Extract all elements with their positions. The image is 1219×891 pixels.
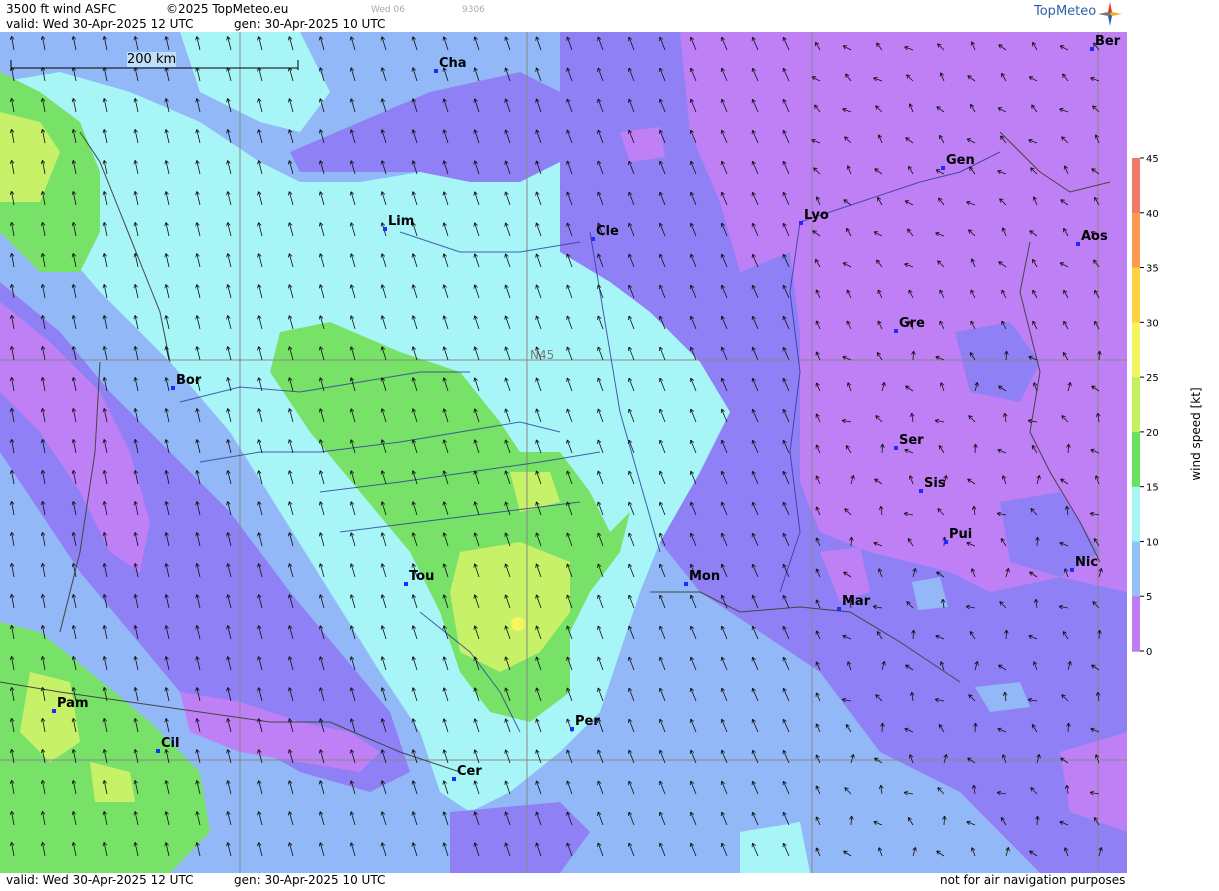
city-label[interactable]: Cha: [434, 56, 467, 73]
navigation-disclaimer: not for air navigation purposes: [940, 873, 1126, 887]
city-label[interactable]: Per: [570, 714, 600, 731]
legend-label-box: wind speed [kt]: [1189, 364, 1205, 504]
legend-swatch: [1132, 486, 1140, 543]
scale-bar-label: 200 km: [127, 52, 177, 67]
map-footer: valid: Wed 30-Apr-2025 12 UTC gen: 30-Ap…: [0, 873, 1127, 887]
valid-time-text: valid: Wed 30-Apr-2025 12 UTC: [6, 17, 194, 31]
legend-swatch: [1132, 377, 1140, 433]
city-label[interactable]: Cle: [591, 224, 619, 241]
legend-swatch: [1132, 541, 1140, 597]
city-label[interactable]: Nic: [1070, 555, 1098, 572]
legend-tick-label: 20: [1146, 428, 1159, 439]
footer-generated-time: gen: 30-Apr-2025 10 UTC: [234, 873, 386, 887]
legend-axis-label: wind speed [kt]: [1189, 387, 1203, 481]
legend-colorbar: 45 40 35 30 25 20 15 10 5 0: [1132, 154, 1159, 658]
legend-tick-label: 35: [1146, 264, 1159, 275]
legend-tick-label: 25: [1146, 373, 1159, 384]
wind-speed-legend: 45 40 35 30 25 20 15 10 5 0 wind speed [kt]: [1127, 0, 1219, 887]
city-label[interactable]: Pui: [944, 527, 972, 544]
city-label[interactable]: Gen: [941, 153, 975, 170]
city-label[interactable]: Aos: [1076, 229, 1108, 246]
legend-swatch: [1132, 596, 1140, 652]
legend-tick-label: 10: [1146, 537, 1159, 548]
graticule-label: N45: [530, 348, 555, 362]
city-label[interactable]: Lim: [383, 214, 414, 231]
legend-swatch: [1132, 322, 1140, 378]
legend-tick-label: 0: [1146, 647, 1152, 658]
city-label[interactable]: Ber: [1090, 34, 1120, 51]
topmeteo-logo-icon: [1098, 2, 1122, 26]
city-label[interactable]: Tou: [404, 569, 434, 586]
zone-yellow-core: [511, 617, 525, 631]
city-label[interactable]: Ser: [894, 433, 924, 450]
faint-tab-label: Wed 06: [371, 5, 405, 15]
legend-tick-label: 45: [1146, 154, 1159, 165]
generated-time-text: gen: 30-Apr-2025 10 UTC: [234, 17, 386, 31]
faint-code-label: 9306: [462, 5, 485, 15]
city-label[interactable]: Pam: [52, 696, 89, 713]
legend-tick-label: 5: [1146, 592, 1152, 603]
map-title: 3500 ft wind ASFC: [6, 2, 117, 16]
footer-valid-time: valid: Wed 30-Apr-2025 12 UTC: [6, 873, 194, 887]
legend-tick-label: 30: [1146, 318, 1159, 329]
city-label[interactable]: Gre: [894, 316, 925, 333]
city-label[interactable]: Sis: [919, 476, 946, 493]
city-label[interactable]: Lyo: [799, 208, 829, 225]
city-label[interactable]: Cil: [156, 736, 179, 753]
legend-tick-label: 40: [1146, 209, 1159, 220]
city-label[interactable]: Cer: [452, 764, 482, 781]
legend-swatch: [1132, 158, 1140, 214]
copyright-text: ©2025 TopMeteo.eu: [166, 2, 289, 16]
city-label[interactable]: Mar: [837, 594, 870, 611]
legend-swatch: [1132, 267, 1140, 323]
city-label[interactable]: Bor: [171, 373, 201, 390]
city-label[interactable]: Mon: [684, 569, 720, 586]
legend-swatch: [1132, 432, 1140, 488]
topmeteo-logo: TopMeteo: [1034, 4, 1097, 19]
wind-map[interactable]: 200 km N45 Cha Lim Cle Lyo Gen Ber Aos G…: [0, 32, 1127, 873]
map-header: 3500 ft wind ASFC ©2025 TopMeteo.eu Wed …: [0, 0, 1127, 32]
legend-swatch: [1132, 212, 1140, 269]
legend-tick-label: 15: [1146, 483, 1159, 494]
